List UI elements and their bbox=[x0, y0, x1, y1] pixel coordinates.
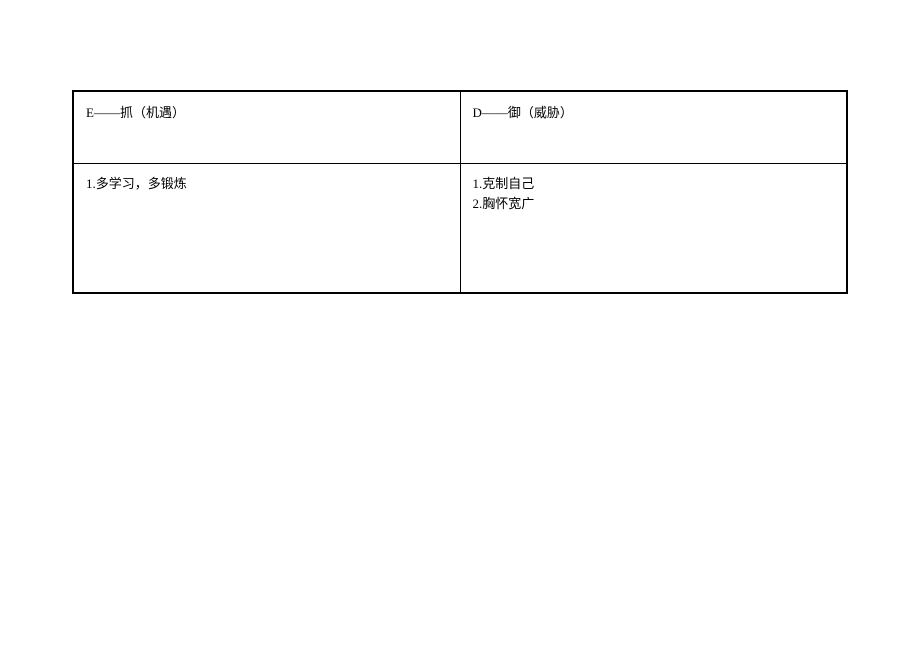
swot-analysis-table: E——抓（机遇） D——御（威胁） 1.多学习，多锻炼 1.克制自己 2.胸怀宽… bbox=[72, 90, 848, 294]
threat-item-2: 2.胸怀宽广 bbox=[473, 194, 835, 215]
table-content-row: 1.多学习，多锻炼 1.克制自己 2.胸怀宽广 bbox=[73, 163, 847, 293]
content-cell-threat: 1.克制自己 2.胸怀宽广 bbox=[460, 163, 847, 293]
header-cell-opportunity: E——抓（机遇） bbox=[73, 91, 460, 163]
header-label-d: D——御（威胁） bbox=[473, 105, 573, 120]
header-label-e: E——抓（机遇） bbox=[86, 105, 185, 120]
table-header-row: E——抓（机遇） D——御（威胁） bbox=[73, 91, 847, 163]
header-cell-threat: D——御（威胁） bbox=[460, 91, 847, 163]
opportunity-item-1: 1.多学习，多锻炼 bbox=[86, 174, 448, 195]
threat-item-1: 1.克制自己 bbox=[473, 174, 835, 195]
content-cell-opportunity: 1.多学习，多锻炼 bbox=[73, 163, 460, 293]
